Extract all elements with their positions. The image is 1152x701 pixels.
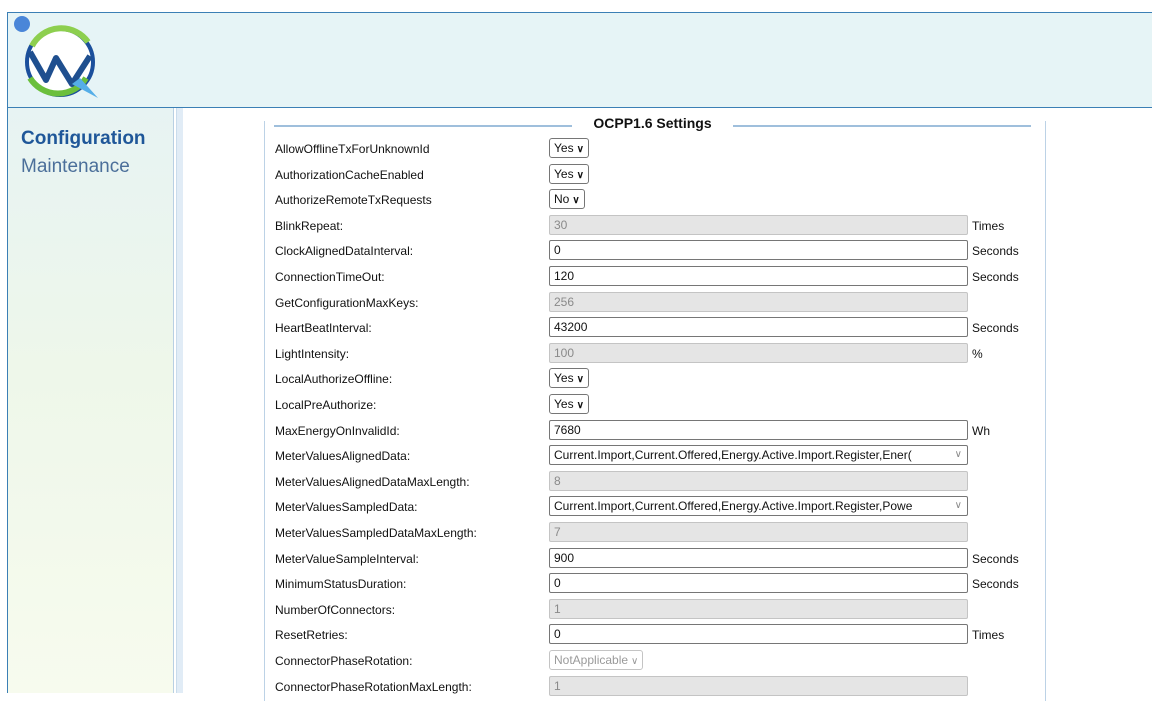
- setting-label: LocalAuthorizeOffline:: [275, 372, 393, 386]
- setting-label: HeartBeatInterval:: [275, 321, 372, 335]
- setting-input[interactable]: 120: [549, 266, 968, 286]
- setting-unit: Times: [972, 628, 1005, 642]
- setting-label: MeterValueSampleInterval:: [275, 552, 419, 566]
- setting-label: BlinkRepeat:: [275, 219, 344, 233]
- field-value: 7680: [554, 423, 581, 437]
- setting-input: 7: [549, 522, 968, 542]
- setting-unit: %: [972, 347, 983, 361]
- setting-unit: Seconds: [972, 552, 1019, 566]
- logo-icon: [14, 16, 98, 98]
- field-value: 900: [554, 551, 575, 565]
- chevron-down-icon: ∨: [631, 656, 639, 667]
- setting-label: MeterValuesAlignedDataMaxLength:: [275, 475, 470, 489]
- setting-unit: Seconds: [972, 321, 1019, 335]
- setting-input[interactable]: 0: [549, 624, 968, 644]
- setting-label: MaxEnergyOnInvalidId:: [275, 424, 400, 438]
- setting-input: 1: [549, 599, 968, 619]
- setting-input: 100: [549, 343, 968, 363]
- sidebar-item-maintenance[interactable]: Maintenance: [21, 153, 173, 181]
- setting-input: 8: [549, 471, 968, 491]
- field-value: 100: [554, 346, 575, 360]
- setting-unit: Seconds: [972, 244, 1019, 258]
- setting-multiselect[interactable]: Current.Import,Current.Offered,Energy.Ac…: [549, 496, 968, 516]
- field-value: 43200: [554, 320, 588, 334]
- legend-divider-right: [733, 125, 1031, 127]
- field-value: 120: [554, 269, 575, 283]
- setting-label: GetConfigurationMaxKeys:: [275, 296, 419, 310]
- setting-label: ConnectionTimeOut:: [275, 270, 385, 284]
- field-value: 1: [554, 602, 561, 616]
- chevron-down-icon: ∨: [576, 374, 584, 385]
- chevron-down-icon: ∨: [951, 499, 962, 513]
- setting-select[interactable]: Yes ∨: [549, 164, 589, 184]
- setting-input[interactable]: 900: [549, 548, 968, 568]
- setting-label: AllowOfflineTxForUnknownId: [275, 142, 430, 156]
- setting-label: ConnectorPhaseRotation:: [275, 654, 413, 668]
- select-value: Yes: [554, 397, 574, 411]
- setting-input: 1: [549, 676, 968, 696]
- field-value: 0: [554, 243, 561, 257]
- sidebar: Configuration Maintenance: [7, 108, 174, 693]
- field-value: 7: [554, 525, 561, 539]
- setting-label: LightIntensity:: [275, 347, 350, 361]
- setting-input: 256: [549, 292, 968, 312]
- chevron-down-icon: ∨: [576, 144, 584, 155]
- sidebar-item-configuration[interactable]: Configuration: [21, 125, 173, 153]
- section-title: OCPP1.6 Settings: [572, 115, 733, 131]
- field-value: 30: [554, 218, 568, 232]
- setting-label: MeterValuesAlignedData:: [275, 449, 411, 463]
- field-value: 8: [554, 474, 561, 488]
- legend-divider-left: [274, 125, 572, 127]
- setting-label: MinimumStatusDuration:: [275, 577, 407, 591]
- setting-input[interactable]: 7680: [549, 420, 968, 440]
- setting-label: AuthorizationCacheEnabled: [275, 168, 424, 182]
- setting-label: ClockAlignedDataInterval:: [275, 244, 414, 258]
- setting-input[interactable]: 43200: [549, 317, 968, 337]
- field-value: 0: [554, 576, 561, 590]
- setting-unit: Seconds: [972, 270, 1019, 284]
- field-value: 1: [554, 679, 561, 693]
- chevron-down-icon: ∨: [576, 400, 584, 411]
- field-value: Current.Import,Current.Offered,Energy.Ac…: [554, 499, 913, 513]
- select-value: Yes: [554, 371, 574, 385]
- setting-label: MeterValuesSampledDataMaxLength:: [275, 526, 477, 540]
- setting-label: AuthorizeRemoteTxRequests: [275, 193, 432, 207]
- field-value: Current.Import,Current.Offered,Energy.Ac…: [554, 448, 912, 462]
- header-banner: [7, 12, 1152, 108]
- setting-multiselect[interactable]: Current.Import,Current.Offered,Energy.Ac…: [549, 445, 968, 465]
- setting-unit: Seconds: [972, 577, 1019, 591]
- select-value: Yes: [554, 167, 574, 181]
- setting-select[interactable]: Yes ∨: [549, 368, 589, 388]
- setting-label: LocalPreAuthorize:: [275, 398, 377, 412]
- setting-select[interactable]: No ∨: [549, 189, 585, 209]
- setting-select[interactable]: Yes ∨: [549, 394, 589, 414]
- setting-input: 30: [549, 215, 968, 235]
- select-value: No: [554, 192, 570, 206]
- setting-label: ResetRetries:: [275, 628, 348, 642]
- chevron-down-icon: ∨: [576, 170, 584, 181]
- setting-input[interactable]: 0: [549, 573, 968, 593]
- setting-input[interactable]: 0: [549, 240, 968, 260]
- field-value: 0: [554, 627, 561, 641]
- field-value: 256: [554, 295, 575, 309]
- select-value: NotApplicable: [554, 653, 629, 667]
- setting-select[interactable]: Yes ∨: [549, 138, 589, 158]
- select-value: Yes: [554, 141, 574, 155]
- setting-unit: Times: [972, 219, 1005, 233]
- setting-label: ConnectorPhaseRotationMaxLength:: [275, 680, 472, 694]
- setting-unit: Wh: [972, 424, 990, 438]
- setting-select: NotApplicable ∨: [549, 650, 644, 670]
- chevron-down-icon: ∨: [951, 448, 962, 462]
- setting-label: NumberOfConnectors:: [275, 603, 396, 617]
- chevron-down-icon: ∨: [572, 195, 580, 206]
- setting-label: MeterValuesSampledData:: [275, 500, 418, 514]
